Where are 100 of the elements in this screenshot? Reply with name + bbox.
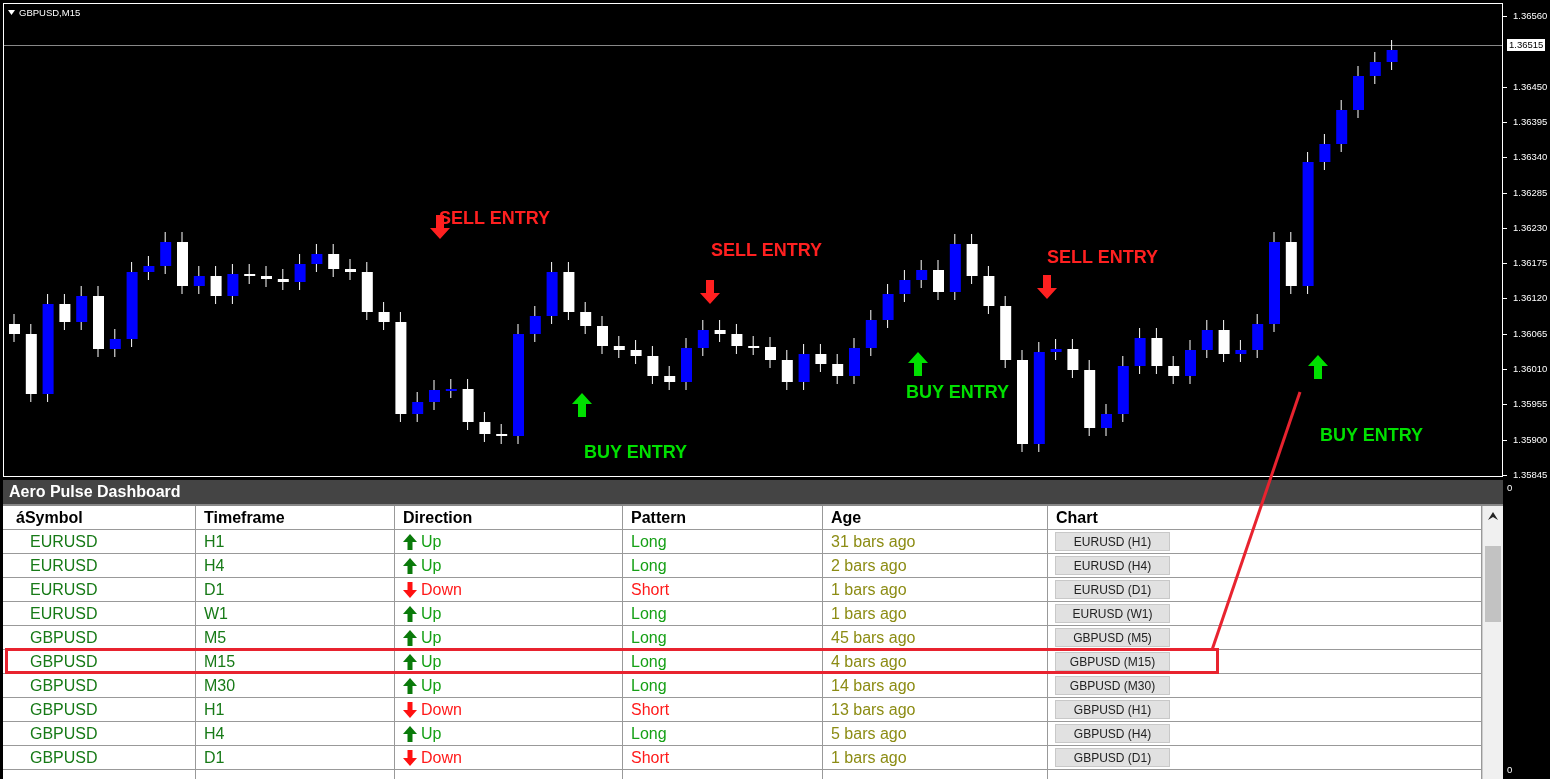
price-label: 1.36560: [1513, 10, 1548, 21]
candlestick: [345, 258, 356, 281]
table-cell: H4: [196, 554, 395, 577]
direction-text: Down: [421, 580, 462, 599]
dropdown-icon[interactable]: [8, 10, 15, 15]
price-label: 1.36010: [1513, 363, 1548, 374]
candlestick: [261, 265, 272, 288]
candlestick: [445, 378, 457, 399]
candlestick: [882, 283, 894, 329]
candlestick: [361, 261, 373, 321]
up-arrow-icon: [571, 392, 593, 418]
candlestick: [630, 339, 642, 365]
candlestick: [210, 265, 222, 305]
price-label: 1.36285: [1513, 186, 1548, 198]
down-arrow-icon: [699, 279, 721, 305]
down-arrow-icon: [402, 580, 418, 599]
direction-text: Up: [421, 532, 442, 551]
candlestick: [916, 259, 928, 289]
candlestick: [781, 349, 793, 391]
signal-label: BUY ENTRY: [906, 382, 1010, 403]
chart-button[interactable]: EURUSD (H4): [1055, 556, 1170, 575]
candlestick: [1117, 355, 1129, 423]
table-cell: 31 bars ago: [823, 530, 1048, 553]
chart-button[interactable]: GBPUSD (H1): [1055, 700, 1170, 719]
candlestick: [865, 309, 877, 357]
up-arrow-icon: [402, 604, 418, 623]
candlestick: [815, 343, 827, 373]
table-cell: Long: [623, 650, 823, 673]
candlestick: [899, 269, 911, 303]
down-arrow-icon: [1036, 274, 1058, 300]
direction-text: Down: [421, 748, 462, 767]
table-cell: H1: [196, 698, 395, 721]
table-cell: D1: [196, 746, 395, 769]
table-cell: Short: [623, 578, 823, 601]
table-cell: GBPUSD: [3, 722, 196, 745]
candlestick: [933, 259, 944, 301]
price-label: 1.36230: [1513, 221, 1548, 233]
table-cell: GBPUSD: [3, 746, 196, 769]
candlestick: [580, 301, 592, 335]
chart-button[interactable]: GBPUSD (D1): [1055, 748, 1170, 767]
scale-label: 0: [1507, 482, 1513, 493]
scroll-up-icon[interactable]: [1488, 512, 1498, 520]
price-label: 1.36065: [1513, 327, 1548, 339]
signal-label: SELL ENTRY: [711, 240, 822, 261]
scrollbar-thumb[interactable]: [1485, 546, 1501, 622]
candlestick: [328, 243, 340, 278]
table-cell: Short: [623, 746, 823, 769]
chart-button[interactable]: EURUSD (H1): [1055, 532, 1170, 551]
chart-button[interactable]: GBPUSD (M5): [1055, 628, 1170, 647]
candlestick: [311, 243, 323, 273]
candlestick: [597, 315, 608, 355]
column-header: Direction: [395, 506, 623, 529]
table-cell: 1 bars ago: [823, 602, 1048, 625]
up-arrow-icon: [402, 652, 418, 671]
table-cell: M15: [196, 650, 395, 673]
candlestick: [983, 265, 995, 315]
candlestick: [378, 301, 390, 331]
table-cell: Long: [623, 530, 823, 553]
table-cell: EURUSD: [3, 578, 196, 601]
table-cell: Long: [623, 602, 823, 625]
candlestick: [849, 337, 860, 385]
chart-button[interactable]: EURUSD (D1): [1055, 580, 1170, 599]
up-arrow-icon: [402, 628, 418, 647]
table-cell: 4 bars ago: [823, 650, 1048, 673]
table-cell: H1: [196, 530, 395, 553]
table-cell: Long: [623, 674, 823, 697]
direction-text: Down: [421, 700, 462, 719]
candlestick: [714, 319, 726, 343]
candlestick: [1050, 338, 1062, 361]
chart-button[interactable]: GBPUSD (M15): [1055, 652, 1170, 671]
candlestick: [59, 293, 71, 331]
column-header: Pattern: [623, 506, 823, 529]
table-cell: GBPUSD: [3, 650, 196, 673]
scrollbar[interactable]: [1482, 506, 1503, 779]
table-cell: GBPUSD: [3, 674, 196, 697]
signal-label: BUY ENTRY: [1320, 425, 1424, 446]
candlestick: [109, 328, 121, 358]
candlestick: [546, 261, 558, 325]
direction-text: Up: [421, 652, 442, 671]
price-label: 1.35955: [1513, 398, 1548, 410]
signal-label: SELL ENTRY: [1047, 247, 1158, 268]
candlestick: [798, 343, 810, 391]
candlestick: [731, 323, 743, 355]
table-cell: Long: [623, 722, 823, 745]
chart-button[interactable]: GBPUSD (H4): [1055, 724, 1170, 743]
current-price: 1.36515: [1507, 39, 1546, 51]
price-label: 1.36120: [1513, 292, 1548, 304]
candlestick: [429, 379, 440, 411]
price-label: 1.36340: [1513, 151, 1548, 163]
table-cell: Short: [623, 698, 823, 721]
table-cell: GBPUSD: [3, 626, 196, 649]
chart-button[interactable]: GBPUSD (M30): [1055, 676, 1170, 695]
chart-button[interactable]: EURUSD (W1): [1055, 604, 1170, 623]
candlestick: [227, 263, 239, 305]
chart-title: GBPUSD,M15: [19, 7, 81, 18]
up-arrow-icon: [1307, 354, 1329, 380]
price-label: 1.36450: [1513, 80, 1548, 92]
candlestick: [748, 335, 760, 356]
candlestick: [1386, 39, 1398, 71]
table-cell: M30: [196, 674, 395, 697]
